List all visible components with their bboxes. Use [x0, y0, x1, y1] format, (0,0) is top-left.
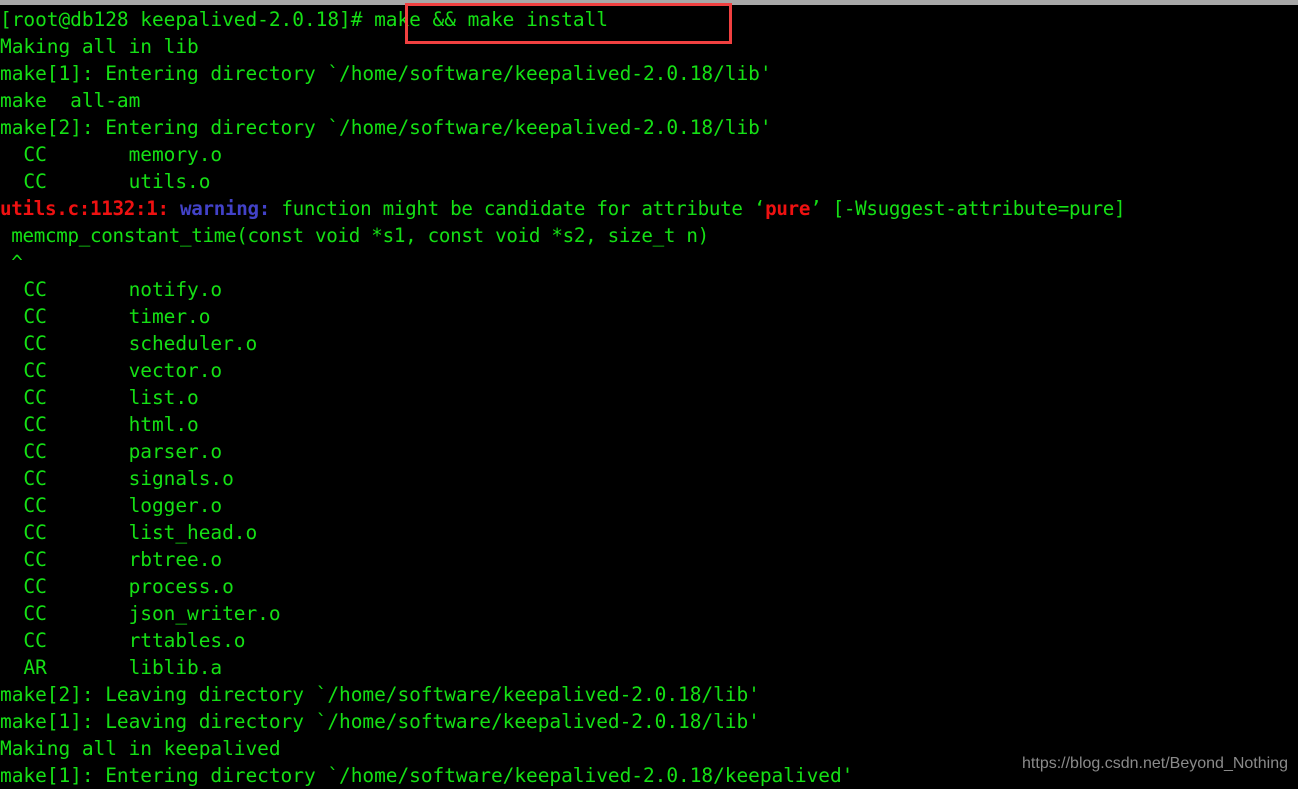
- terminal-line-entering-dir-2-lib: make[2]: Entering directory `/home/softw…: [0, 116, 772, 139]
- terminal-line-leaving-dir-1-lib: make[1]: Leaving directory `/home/softwa…: [0, 710, 760, 733]
- warning-location: utils.c:1132:1:: [0, 197, 169, 220]
- watermark-text: https://blog.csdn.net/Beyond_Nothing: [1022, 755, 1288, 772]
- terminal-line-cc-notify: CC notify.o: [0, 278, 223, 301]
- terminal-line-prompt: [root@db128 keepalived-2.0.18]# make && …: [0, 6, 1298, 33]
- terminal-line-cc-parser: CC parser.o: [0, 440, 223, 463]
- terminal-line-leaving-dir-2-lib: make[2]: Leaving directory `/home/softwa…: [0, 683, 760, 706]
- typed-command[interactable]: make && make install: [374, 8, 608, 31]
- terminal-line-compiler-warning: utils.c:1132:1: warning: function might …: [0, 195, 1298, 222]
- terminal-line-cc-timer: CC timer.o: [0, 305, 211, 328]
- terminal-output-screen[interactable]: [root@db128 keepalived-2.0.18]# make && …: [0, 0, 1298, 789]
- terminal-line-cc-process: CC process.o: [0, 575, 234, 598]
- terminal-line-cc-list-head: CC list_head.o: [0, 521, 258, 544]
- terminal-line-cc-json-writer: CC json_writer.o: [0, 602, 281, 625]
- warning-label: warning:: [180, 197, 271, 220]
- terminal-window: [root@db128 keepalived-2.0.18]# make && …: [0, 0, 1298, 789]
- terminal-line-ar-liblib: AR liblib.a: [0, 656, 223, 679]
- terminal-line-cc-logger: CC logger.o: [0, 494, 223, 517]
- warning-space: [169, 197, 180, 220]
- warning-message-before: function might be candidate for attribut…: [270, 197, 766, 220]
- terminal-line-warning-source: memcmp_constant_time(const void *s1, con…: [0, 224, 709, 247]
- terminal-line-entering-dir-1-lib: make[1]: Entering directory `/home/softw…: [0, 62, 772, 85]
- terminal-line-warning-caret: ^: [0, 251, 23, 274]
- terminal-line-cc-rbtree: CC rbtree.o: [0, 548, 223, 571]
- terminal-line-cc-vector: CC vector.o: [0, 359, 223, 382]
- terminal-line-cc-signals: CC signals.o: [0, 467, 234, 490]
- terminal-line-cc-html: CC html.o: [0, 413, 199, 436]
- terminal-line-cc-rttables: CC rttables.o: [0, 629, 246, 652]
- terminal-line-making-lib: Making all in lib: [0, 35, 199, 58]
- terminal-line-make-all-am: make all-am: [0, 89, 141, 112]
- warning-attribute-name: pure: [765, 197, 811, 220]
- terminal-line-cc-scheduler: CC scheduler.o: [0, 332, 258, 355]
- warning-message-after: ’ [-Wsuggest-attribute=pure]: [810, 197, 1126, 220]
- terminal-line-cc-memory: CC memory.o: [0, 143, 223, 166]
- shell-prompt: [root@db128 keepalived-2.0.18]#: [0, 8, 375, 31]
- terminal-line-cc-list: CC list.o: [0, 386, 199, 409]
- terminal-line-cc-utils: CC utils.o: [0, 170, 211, 193]
